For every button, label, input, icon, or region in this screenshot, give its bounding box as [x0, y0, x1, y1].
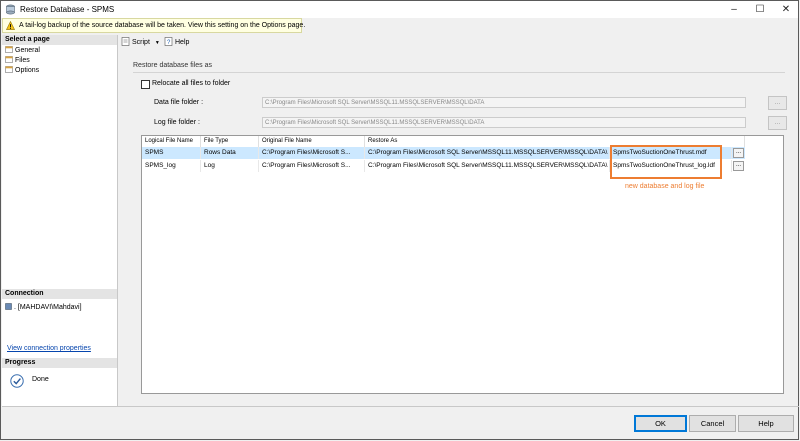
server-icon [5, 303, 12, 310]
file-type-cell: Rows Data [201, 147, 259, 159]
page-item-options[interactable]: Options [5, 66, 39, 75]
page-item-files[interactable]: Files [5, 56, 30, 65]
script-button[interactable]: Script ▼ [121, 37, 160, 47]
help-icon: ? [164, 37, 173, 46]
relocate-all-files-label: Relocate all files to folder [152, 80, 231, 87]
window-title: Restore Database - SPMS [20, 5, 115, 14]
page-item-label: Files [15, 57, 30, 64]
view-connection-properties-link[interactable]: View connection properties [7, 345, 91, 352]
page-item-general[interactable]: General [5, 46, 40, 55]
restore-as-filename-cell[interactable]: SpmsTwoSuctionOneThrust_log.ldf [610, 160, 732, 172]
footer-divider [2, 406, 799, 407]
page-item-label: General [15, 47, 40, 54]
column-header-original-file-name[interactable]: Original File Name [259, 136, 365, 147]
done-check-icon [10, 374, 24, 388]
restore-as-path-cell[interactable]: C:\Program Files\Microsoft SQL Server\MS… [365, 160, 610, 172]
restore-as-browse-button[interactable]: ... [733, 148, 744, 158]
warning-icon [6, 21, 15, 30]
column-header-logical-file-name[interactable]: Logical File Name [142, 136, 201, 147]
column-header-restore-as[interactable]: Restore As [365, 136, 745, 147]
minimize-button[interactable]: – [721, 1, 747, 18]
data-file-folder-field[interactable]: C:\Program Files\Microsoft SQL Server\MS… [262, 97, 746, 108]
database-restore-icon [6, 4, 15, 15]
select-page-header: Select a page [2, 35, 117, 45]
restore-files-section-label: Restore database files as [133, 62, 212, 69]
tail-log-info-bar: A tail-log backup of the source database… [2, 18, 305, 33]
log-file-folder-label: Log file folder : [154, 119, 200, 126]
relocate-all-files-checkbox[interactable] [141, 80, 150, 89]
original-file-name-cell: C:\Program Files\Microsoft S... [259, 147, 365, 159]
section-divider [133, 72, 785, 73]
data-file-folder-label: Data file folder : [154, 99, 204, 106]
page-item-label: Options [15, 67, 40, 74]
connection-header: Connection [2, 289, 117, 299]
log-file-folder-field[interactable]: C:\Program Files\Microsoft SQL Server\MS… [262, 117, 746, 128]
table-row[interactable]: SPMS Rows Data C:\Program Files\Microsof… [142, 147, 745, 159]
restore-as-filename-cell[interactable]: SpmsTwoSuctionOneThrust.mdf [610, 147, 732, 159]
progress-status: Done [32, 376, 49, 383]
original-file-name-cell: C:\Program Files\Microsoft S... [259, 160, 365, 172]
toolbar: Script ▼ ? Help [119, 35, 799, 49]
progress-header: Progress [2, 358, 117, 368]
cancel-button[interactable]: Cancel [689, 415, 736, 432]
page-icon [5, 56, 13, 63]
log-folder-browse-button[interactable]: ... [768, 116, 787, 130]
help-button[interactable]: Help [738, 415, 794, 432]
logical-file-name-cell: SPMS_log [142, 160, 201, 172]
connection-text: . [MAHDAVI\Mahdavi] [14, 304, 82, 311]
close-button[interactable]: ✕ [773, 1, 799, 18]
table-row[interactable]: SPMS_log Log C:\Program Files\Microsoft … [142, 160, 745, 172]
file-type-cell: Log [201, 160, 259, 172]
help-label: Help [175, 39, 190, 46]
restore-database-window: Restore Database - SPMS – ☐ ✕ A tail-log… [0, 0, 799, 440]
restore-as-browse-button[interactable]: ... [733, 161, 744, 171]
column-header-file-type[interactable]: File Type [201, 136, 259, 147]
script-icon [121, 37, 130, 46]
help-toolbar-button[interactable]: ? Help [164, 37, 189, 47]
maximize-button[interactable]: ☐ [747, 1, 773, 18]
left-panel: Select a page General Files Options Conn… [2, 35, 118, 406]
chevron-down-icon[interactable]: ▼ [155, 40, 160, 46]
data-folder-browse-button[interactable]: ... [768, 96, 787, 110]
files-page-content: Restore database files as Relocate all f… [119, 51, 799, 406]
script-label: Script [132, 39, 150, 46]
page-icon [5, 66, 13, 73]
restore-as-path-cell[interactable]: C:\Program Files\Microsoft SQL Server\MS… [365, 147, 610, 159]
files-grid: Logical File Name File Type Original Fil… [141, 135, 784, 394]
annotation-note: new database and log file [625, 183, 705, 190]
title-bar: Restore Database - SPMS – ☐ ✕ [1, 1, 798, 18]
connection-info: . [MAHDAVI\Mahdavi] [5, 303, 82, 311]
logical-file-name-cell: SPMS [142, 147, 201, 159]
ok-button[interactable]: OK [634, 415, 687, 432]
info-bar-text[interactable]: A tail-log backup of the source database… [19, 22, 305, 29]
page-icon [5, 46, 13, 53]
